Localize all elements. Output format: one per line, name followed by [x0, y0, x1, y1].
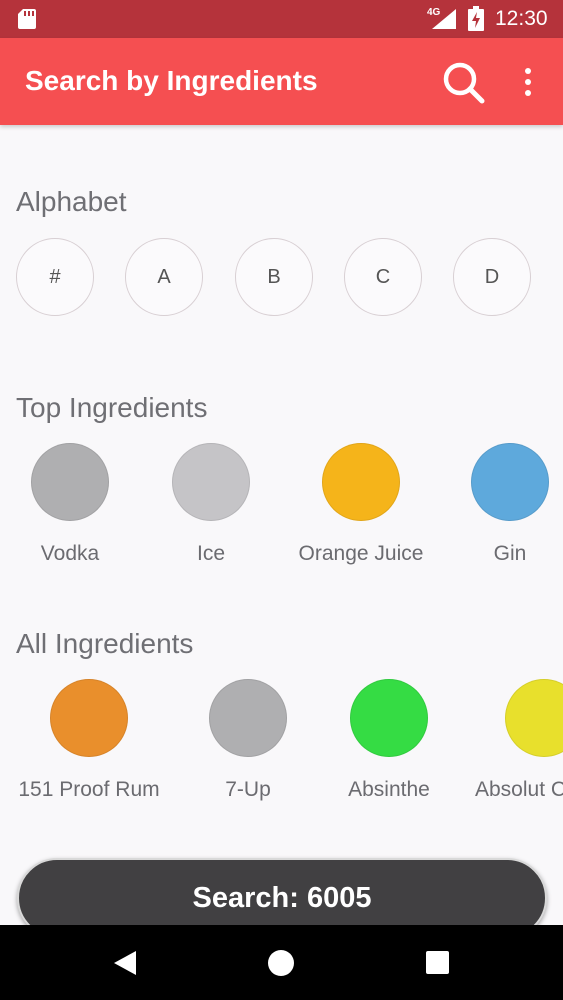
letter-button-a[interactable]: A: [125, 238, 203, 316]
more-vert-icon[interactable]: [513, 60, 543, 104]
recents-icon[interactable]: [426, 951, 449, 974]
ingredient-color-swatch: [471, 443, 549, 521]
battery-charging-icon: [468, 6, 484, 31]
all-ingredients-section-title: All Ingredients: [16, 628, 194, 659]
ingredient-label: Vodka: [40, 542, 100, 565]
system-nav-bar: [0, 925, 563, 1000]
ingredient-item-ice[interactable]: Ice: [136, 443, 286, 566]
ingredient-label: Absolut C: [475, 778, 563, 801]
ingredient-color-swatch: [172, 443, 250, 521]
home-icon[interactable]: [268, 950, 294, 976]
clock: 12:30: [495, 7, 548, 30]
ingredient-item-151-proof-rum[interactable]: 151 Proof Rum: [14, 679, 164, 802]
ingredient-label: 151 Proof Rum: [18, 778, 160, 801]
ingredient-item-gin[interactable]: Gin: [435, 443, 563, 566]
ingredient-item-7-up[interactable]: 7-Up: [173, 679, 323, 802]
status-bar: 4G 12:30: [0, 0, 563, 38]
letter-button-hash[interactable]: #: [16, 238, 94, 316]
ingredient-item-vodka[interactable]: Vodka: [0, 443, 145, 566]
signal-icon: [432, 9, 456, 29]
ingredient-color-swatch: [505, 679, 563, 757]
letter-button-c[interactable]: C: [344, 238, 422, 316]
app-bar: Search by Ingredients: [0, 38, 563, 125]
ingredient-color-swatch: [31, 443, 109, 521]
ingredient-label: Ice: [196, 542, 225, 565]
ingredient-label: 7-Up: [225, 778, 271, 801]
page-title: Search by Ingredients: [25, 65, 318, 96]
search-icon[interactable]: [437, 56, 489, 108]
ingredient-item-absinthe[interactable]: Absinthe: [314, 679, 464, 802]
ingredient-label: Gin: [493, 542, 527, 565]
letter-button-d[interactable]: D: [453, 238, 531, 316]
ingredient-color-swatch: [209, 679, 287, 757]
ingredient-item-absolut-c[interactable]: Absolut C: [468, 679, 563, 802]
back-icon[interactable]: [111, 949, 139, 977]
ingredient-color-swatch: [350, 679, 428, 757]
alphabet-section-title: Alphabet: [16, 186, 127, 217]
sd-card-icon: [18, 9, 36, 29]
ingredient-color-swatch: [50, 679, 128, 757]
ingredient-label: Absinthe: [348, 778, 430, 801]
letter-button-b[interactable]: B: [235, 238, 313, 316]
ingredient-label: Orange Juice: [298, 542, 424, 565]
ingredient-color-swatch: [322, 443, 400, 521]
ingredient-item-orange-juice[interactable]: Orange Juice: [286, 443, 436, 566]
top-ingredients-section-title: Top Ingredients: [16, 392, 208, 423]
